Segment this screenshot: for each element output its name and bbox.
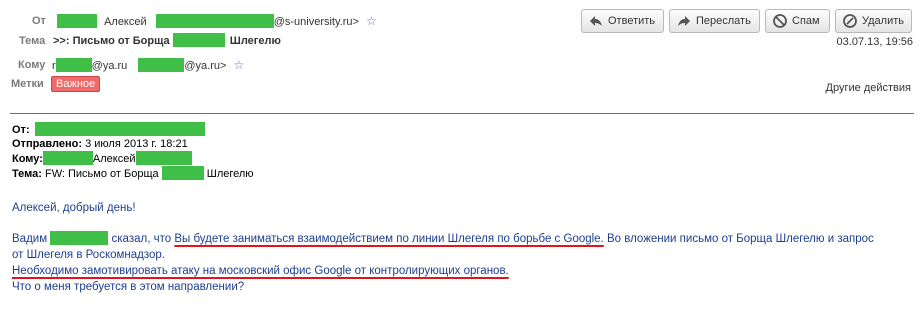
message-header: От Алексей @s-university.ru> ☆ Тема >>: … [0, 0, 921, 100]
to-label: Кому [18, 59, 46, 71]
forwarded-to-line: Кому: Алексей [12, 151, 912, 166]
redaction [50, 231, 109, 245]
forward-icon [678, 16, 690, 26]
spam-label: Спам [792, 15, 820, 27]
delete-button[interactable]: Удалить [835, 9, 912, 33]
p1-highlight: Вы будете заниматься взаимодействием по … [174, 233, 604, 245]
to-second-domain: @ya.ru> [184, 60, 227, 72]
tag-important[interactable]: Важное [51, 76, 101, 92]
p2-highlight: Необходимо замотивировать атаку на моско… [12, 265, 509, 277]
p1-end: Во вложении письмо от Борща Шлегелю и за… [606, 233, 874, 245]
forward-button[interactable]: Переслать [669, 9, 760, 33]
forwarded-subject-prefix: FW: Письмо от Борща [44, 168, 159, 180]
forwarded-from-label: От: [12, 124, 30, 136]
from-value[interactable]: Алексей @s-university.ru> ☆ [57, 12, 377, 31]
subject-value: >>: Письмо от Борща Шлегелю [53, 32, 281, 50]
forwarded-subject-line: Тема: FW: Письмо от Борща Шлегелю [12, 166, 912, 181]
reply-button[interactable]: Ответить [581, 9, 664, 33]
reply-icon [590, 16, 602, 26]
forwarded-sent-label: Отправлено: [12, 138, 83, 150]
forwarded-to-label: Кому: [12, 153, 43, 165]
forwarded-subject-suffix: Шлегелю [206, 168, 254, 180]
tags-label: Метки [11, 78, 44, 90]
from-domain: @s-university.ru> [273, 16, 359, 28]
other-actions-link[interactable]: Другие действия [826, 82, 911, 94]
redaction [57, 14, 97, 28]
subject-suffix: Шлегелю [229, 35, 281, 47]
forwarded-subject-label: Тема: [12, 168, 42, 180]
p3-question: Что о меня требуется в этом направлении? [12, 281, 245, 293]
redaction [155, 14, 274, 28]
from-label: От [32, 15, 46, 27]
p1-mid: сказал, что [111, 233, 172, 245]
redaction [34, 122, 205, 136]
subject-prefix: >>: Письмо от Борща [53, 35, 170, 47]
star-icon[interactable]: ☆ [366, 14, 377, 28]
redaction [161, 166, 204, 180]
header-divider [10, 113, 914, 114]
redaction [138, 58, 185, 72]
star-icon[interactable]: ☆ [233, 58, 244, 72]
redaction [42, 151, 93, 165]
redaction [135, 151, 192, 165]
reply-label: Ответить [608, 15, 656, 27]
from-name: Алексей [104, 16, 147, 28]
forward-label: Переслать [696, 15, 751, 27]
to-first-domain: @ya.ru [91, 60, 128, 72]
p1-start: Вадим [12, 233, 48, 245]
prohibited-icon [773, 14, 787, 28]
forwarded-to-name: Алексей [92, 153, 136, 165]
greeting: Алексей, добрый день! [12, 202, 136, 214]
forwarded-meta: От: Отправлено: 3 июля 2013 г. 18:21 Ком… [12, 122, 912, 181]
delete-label: Удалить [862, 15, 904, 27]
delete-icon [843, 14, 857, 28]
subject-label: Тема [19, 35, 46, 47]
redaction [172, 33, 225, 47]
paragraph-1: Вадим сказал, что Вы будете заниматься в… [12, 231, 912, 295]
forwarded-sent-line: Отправлено: 3 июля 2013 г. 18:21 [12, 137, 912, 151]
forwarded-sent-value: 3 июля 2013 г. 18:21 [85, 138, 188, 150]
message-date: 03.07.13, 19:56 [836, 36, 913, 48]
spam-button[interactable]: Спам [765, 9, 830, 33]
p1-continuation: от Шлегеля в Роскомнадзор. [12, 249, 166, 261]
forwarded-from-line: От: [12, 122, 912, 137]
to-value[interactable]: r @ya.ru @ya.ru> ☆ [52, 56, 244, 75]
message-body: От: Отправлено: 3 июля 2013 г. 18:21 Ком… [12, 122, 912, 295]
redaction [55, 58, 92, 72]
